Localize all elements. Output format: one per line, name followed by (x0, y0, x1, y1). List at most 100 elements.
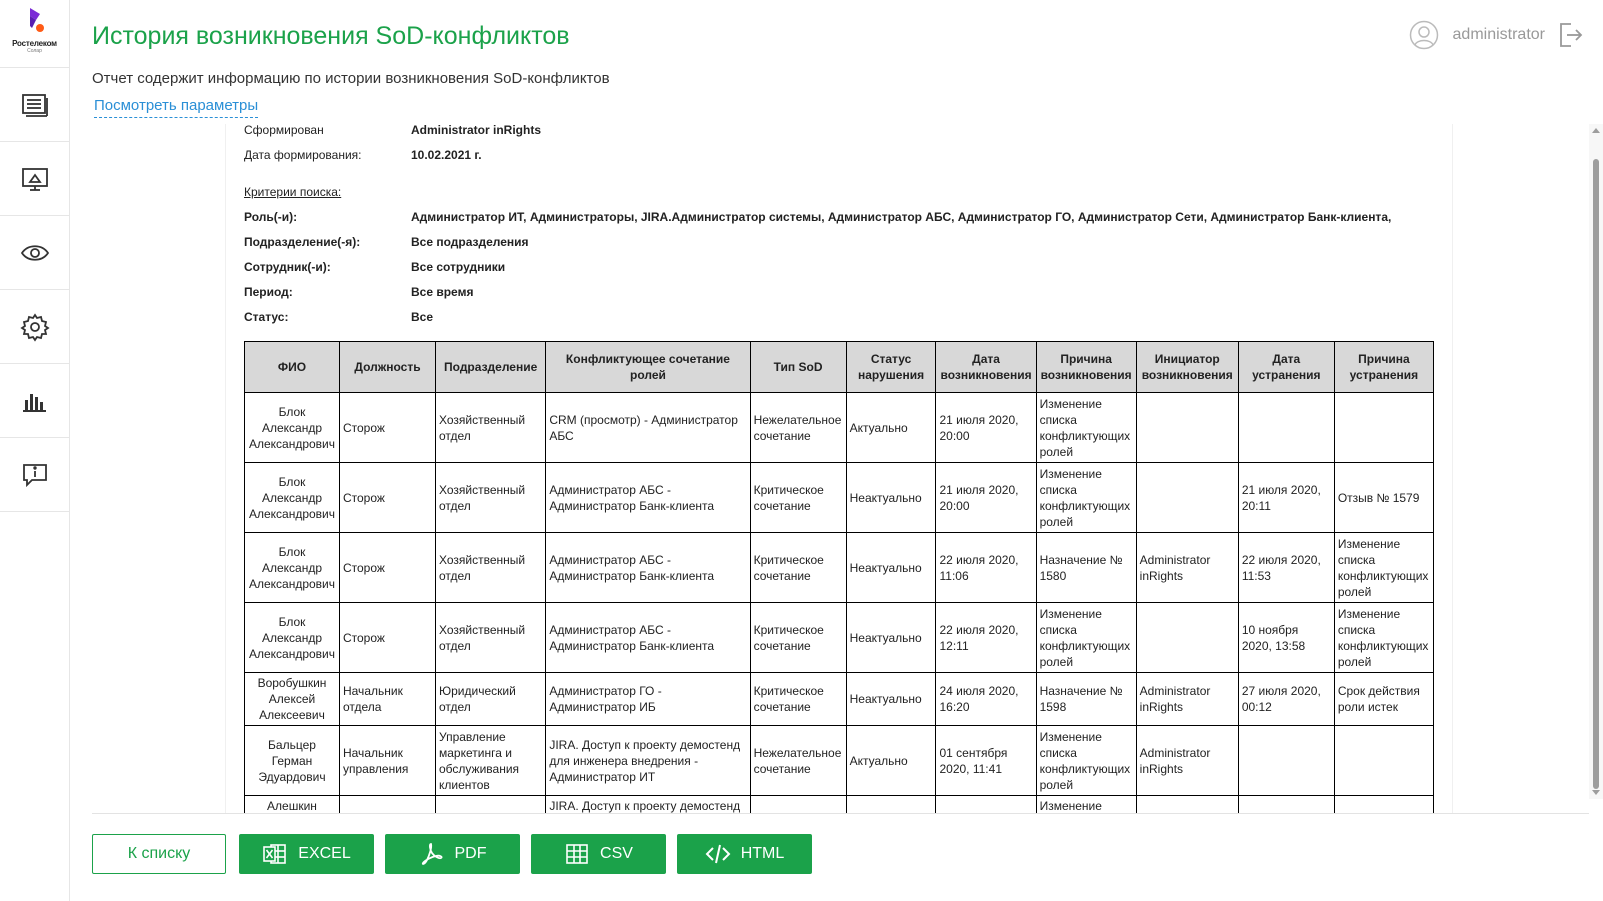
table-cell: Сторож (338, 392, 437, 463)
report-viewport[interactable]: Сформирован Administrator inRights Дата … (92, 124, 1589, 814)
table-cell: Хозяйственный отдел (434, 532, 547, 603)
table-row: Алешкин JIRA. Доступ к проекту демостенд… (244, 795, 1435, 814)
table-row: Блок Александр Александрович Сторож Хозя… (244, 532, 1435, 603)
view-params-link[interactable]: Посмотреть параметры (94, 97, 259, 118)
footer-divider (92, 813, 1589, 814)
table-cell: 27 июля 2020, 00:12 (1237, 672, 1335, 726)
sidebar: Ростелеком Солар (0, 0, 70, 901)
table-cell: JIRA. Доступ к проекту демостенд (545, 795, 751, 814)
table-cell (1237, 392, 1335, 463)
table-row: Блок Александр Александрович Сторож Хозя… (244, 462, 1435, 533)
table-cell: 01 сентября 2020, 11:41 (935, 725, 1037, 796)
created-by-label: Сформирован (244, 124, 324, 137)
scroll-up-arrow-icon[interactable] (1592, 128, 1600, 133)
table-cell: Сторож (338, 462, 437, 533)
nav-analytics[interactable] (0, 364, 69, 438)
back-to-list-button[interactable]: К списку (92, 834, 226, 874)
table-cell: Критическое сочетание (749, 672, 847, 726)
column-header: Статус нарушения (845, 341, 937, 393)
table-cell: Изменение списка конфликтующих ролей (1035, 462, 1137, 533)
table-cell: Критическое сочетание (749, 602, 847, 673)
table-cell: Администратор АБС - Администратор Банк-к… (545, 602, 751, 673)
pdf-label: PDF (454, 845, 487, 862)
excel-label: EXCEL (298, 845, 351, 862)
table-cell: CRM (просмотр) - Администратор АБС (545, 392, 751, 463)
table-cell (1333, 725, 1435, 796)
user-name[interactable]: administrator (1453, 26, 1545, 44)
brand-logo[interactable]: Ростелеком Солар (0, 0, 69, 68)
table-cell (1135, 795, 1239, 814)
table-cell: Администратор АБС - Администратор Банк-к… (545, 462, 751, 533)
table-cell (1237, 725, 1335, 796)
scroll-down-arrow-icon[interactable] (1592, 790, 1600, 795)
table-cell: 21 июля 2020, 20:11 (1237, 462, 1335, 533)
table-cell (749, 795, 847, 814)
export-excel-button[interactable]: EXCEL (239, 834, 374, 874)
nav-audit[interactable] (0, 216, 69, 290)
code-icon (705, 844, 731, 864)
table-cell: Изменение списка конфликтующих ролей (1035, 392, 1137, 463)
table-cell (1333, 392, 1435, 463)
table-cell: Блок Александр Александрович (244, 392, 340, 463)
user-avatar-icon[interactable] (1409, 20, 1439, 50)
nav-help[interactable] (0, 438, 69, 512)
sod-history-table: ФИО Должность Подразделение Конфликтующе… (244, 341, 1435, 814)
logout-icon[interactable] (1559, 22, 1583, 48)
table-cell: Управление маркетинга и обслуживания кли… (434, 725, 547, 796)
table-cell: Изменение списка конфликтующих ролей (1035, 725, 1137, 796)
brand-name: Ростелеком (12, 39, 57, 48)
table-cell (845, 795, 937, 814)
table-cell: Администратор АБС - Администратор Банк-к… (545, 532, 751, 603)
table-cell: Изменение списка конфликтующих ролей (1333, 532, 1435, 603)
table-cell (434, 795, 547, 814)
table-cell: 10 ноября 2020, 13:58 (1237, 602, 1335, 673)
column-header: Дата возникновения (935, 341, 1037, 393)
table-cell: Отзыв № 1579 (1333, 462, 1435, 533)
table-cell: Сторож (338, 602, 437, 673)
gear-icon (19, 312, 50, 342)
table-cell: Блок Александр Александрович (244, 462, 340, 533)
table-cell: Алешкин (244, 795, 340, 814)
list-icon (21, 93, 48, 117)
column-header: Тип SoD (749, 341, 847, 393)
table-row: Бальцер Герман Эдуардович Начальник упра… (244, 725, 1435, 796)
nav-monitoring[interactable] (0, 142, 69, 216)
column-header: Инициатор возникновения (1135, 341, 1239, 393)
table-cell: Неактуально (845, 672, 937, 726)
table-cell: Администратор ГО - Администратор ИБ (545, 672, 751, 726)
export-csv-button[interactable]: CSV (531, 834, 666, 874)
table-cell (338, 795, 437, 814)
criteria-row: Роль(-и): Администратор ИТ, Администрато… (244, 204, 1434, 229)
table-header-row: ФИО Должность Подразделение Конфликтующе… (244, 341, 1435, 393)
table-row: Блок Александр Александрович Сторож Хозя… (244, 602, 1435, 673)
table-cell: Блок Александр Александрович (244, 602, 340, 673)
logo-mark-icon (24, 6, 46, 36)
export-html-button[interactable]: HTML (677, 834, 812, 874)
criteria-label: Подразделение(-я): (244, 234, 361, 249)
table-cell: Изменение списка конфликтующих ролей (1333, 602, 1435, 673)
nav-reports[interactable] (0, 68, 69, 142)
table-cell (1135, 392, 1239, 463)
criteria-value: Все сотрудники (411, 259, 506, 274)
table-cell: Нежелательное сочетание (749, 392, 847, 463)
table-cell: Воробушкин Алексей Алексеевич (244, 672, 340, 726)
brand-sub: Солар (27, 48, 42, 54)
table-cell: Нежелательное сочетание (749, 725, 847, 796)
nav-settings[interactable] (0, 290, 69, 364)
criteria-value: Все подразделения (411, 234, 529, 249)
table-cell: 22 июля 2020, 12:11 (935, 602, 1037, 673)
table-cell: 24 июля 2020, 16:20 (935, 672, 1037, 726)
page-title: История возникновения SoD-конфликтов (92, 22, 570, 50)
back-button-label: К списку (127, 845, 191, 862)
table-cell: Бальцер Герман Эдуардович (244, 725, 340, 796)
export-pdf-button[interactable]: PDF (385, 834, 520, 874)
table-cell: Неактуально (845, 462, 937, 533)
scrollbar-thumb[interactable] (1593, 159, 1599, 789)
table-cell: Назначение № 1580 (1035, 532, 1137, 603)
vertical-scrollbar[interactable] (1589, 124, 1603, 799)
criteria-heading: Критерии поиска: (244, 184, 342, 199)
criteria-label: Период: (244, 284, 293, 299)
table-cell: JIRA. Доступ к проекту демостенд для инж… (545, 725, 751, 796)
criteria-value: Администратор ИТ, Администраторы, JIRA.А… (411, 209, 1392, 224)
page-subtitle: Отчет содержит информацию по истории воз… (92, 70, 610, 87)
